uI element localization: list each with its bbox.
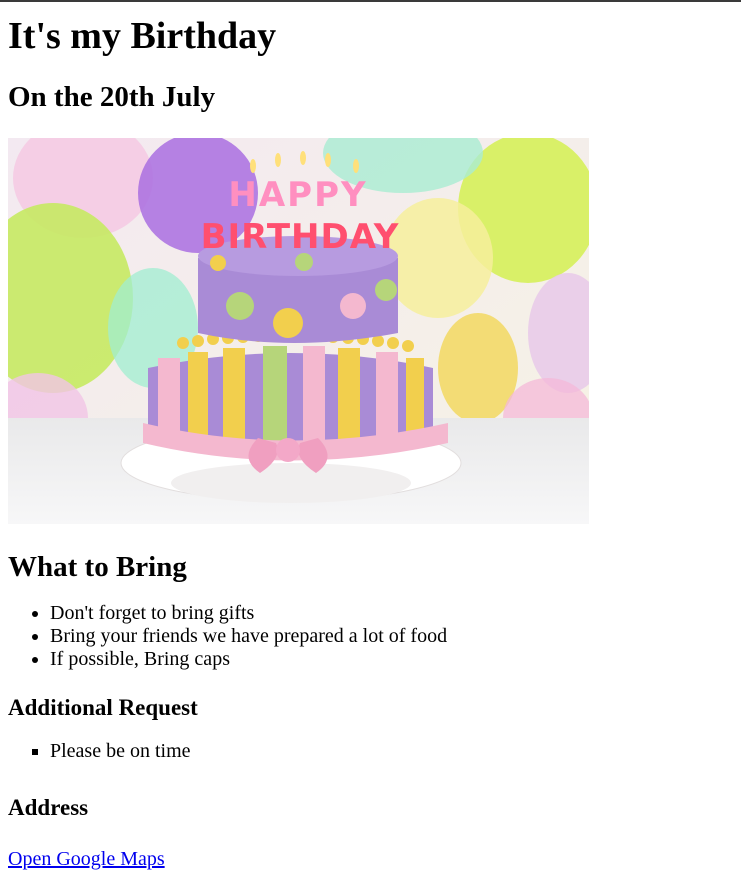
list-item: If possible, Bring caps [50, 648, 733, 671]
additional-request-heading: Additional Request [8, 695, 198, 720]
list-item: Don't forget to bring gifts [50, 602, 733, 625]
google-maps-link[interactable]: Open Google Maps [8, 848, 165, 871]
what-to-bring-list: Don't forget to bring gifts Bring your f… [8, 602, 733, 671]
svg-text:BIRTHDAY: BIRTHDAY [201, 217, 400, 257]
address-heading: Address [8, 795, 89, 820]
birthday-cake-image: HAPPY BIRTHDAY [8, 138, 589, 524]
page-subtitle: On the 20th July [8, 81, 216, 113]
page-title: It's my Birthday [8, 15, 277, 57]
list-item: Bring your friends we have prepared a lo… [50, 625, 733, 648]
page-content: It's my Birthday On the 20th July HAPPY … [0, 0, 741, 871]
additional-request-list: Please be on time [8, 740, 733, 763]
what-to-bring-heading: What to Bring [8, 551, 187, 583]
top-border [0, 0, 741, 2]
list-item: Please be on time [50, 740, 733, 763]
svg-text:HAPPY: HAPPY [228, 175, 367, 215]
